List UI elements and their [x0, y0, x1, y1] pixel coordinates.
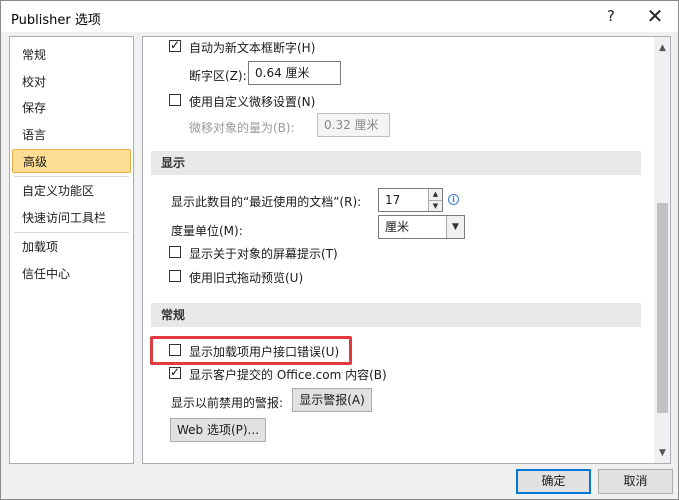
spin-up-button[interactable]: ▲ — [428, 189, 442, 200]
screentips-label: 显示关于对象的屏幕提示(T) — [189, 247, 338, 261]
web-options-button[interactable]: Web 选项(P)... — [170, 418, 266, 442]
legacy-drag-label: 使用旧式拖动预览(U) — [189, 271, 304, 285]
sidebar-divider — [14, 176, 129, 177]
ok-button[interactable]: 确定 — [516, 469, 591, 494]
hyphen-zone-label: 断字区(Z): — [189, 69, 247, 83]
sidebar-item-general[interactable]: 常规 — [12, 43, 131, 67]
units-label: 度量单位(M): — [171, 224, 243, 238]
sidebar-divider — [14, 232, 129, 233]
title-bar: Publisher 选项 ? ✕ — [1, 1, 678, 32]
office-content-label: 显示客户提交的 Office.com 内容(B) — [189, 368, 387, 382]
help-button[interactable]: ? — [597, 5, 625, 27]
sidebar-item-proofing[interactable]: 校对 — [12, 70, 131, 94]
sidebar-item-trust-center[interactable]: 信任中心 — [12, 262, 131, 286]
info-icon: i — [448, 194, 459, 205]
auto-hyphenate-label: 自动为新文本框断字(H) — [189, 41, 316, 55]
sidebar-item-add-ins[interactable]: 加载项 — [12, 235, 131, 259]
recent-docs-input[interactable]: 17 ▲ ▼ — [378, 188, 443, 212]
sidebar-item-quick-access-toolbar[interactable]: 快速访问工具栏 — [12, 206, 131, 230]
sidebar-item-save[interactable]: 保存 — [12, 96, 131, 120]
settings-panel: 自动为新文本框断字(H) 断字区(Z): 0.64 厘米 使用自定义微移设置(N… — [142, 36, 671, 464]
units-select[interactable]: 厘米 ▼ — [378, 215, 465, 239]
sidebar-item-language[interactable]: 语言 — [12, 123, 131, 147]
vertical-scrollbar[interactable]: ▲ ▼ — [654, 37, 670, 463]
disabled-alerts-label: 显示以前禁用的警报: — [171, 396, 284, 410]
custom-nudge-label: 使用自定义微移设置(N) — [189, 95, 316, 109]
custom-nudge-checkbox[interactable] — [169, 94, 181, 106]
recent-docs-value: 17 — [385, 193, 401, 207]
recent-docs-label: 显示此数目的“最近使用的文档”(R): — [171, 195, 362, 209]
nudge-amount-input[interactable]: 0.32 厘米 — [317, 113, 390, 137]
close-button[interactable]: ✕ — [641, 5, 669, 27]
section-header-display: 显示 — [151, 151, 641, 175]
show-alerts-button[interactable]: 显示警报(A) — [292, 388, 372, 412]
spin-down-button[interactable]: ▼ — [428, 200, 442, 211]
window-title: Publisher 选项 — [11, 13, 101, 28]
cancel-button[interactable]: 取消 — [598, 469, 673, 494]
sidebar-item-customize-ribbon[interactable]: 自定义功能区 — [12, 179, 131, 203]
category-sidebar: 常规 校对 保存 语言 高级 自定义功能区 快速访问工具栏 加载项 信任中心 — [9, 36, 134, 464]
units-value: 厘米 — [385, 220, 410, 234]
legacy-drag-checkbox[interactable] — [169, 270, 181, 282]
scrollbar-thumb[interactable] — [657, 203, 668, 413]
nudge-amount-label: 微移对象的量为(B): — [189, 121, 295, 135]
office-content-checkbox[interactable] — [169, 365, 181, 379]
highlight-box — [150, 336, 352, 365]
screentips-checkbox[interactable] — [169, 246, 181, 258]
auto-hyphenate-checkbox[interactable] — [169, 38, 181, 52]
section-header-general: 常规 — [151, 303, 641, 327]
scroll-down-icon[interactable]: ▼ — [654, 445, 670, 462]
options-dialog: Publisher 选项 ? ✕ 常规 校对 保存 语言 高级 自定义功能区 快… — [0, 0, 679, 500]
scroll-up-icon[interactable]: ▲ — [654, 40, 670, 57]
hyphen-zone-input[interactable]: 0.64 厘米 — [248, 61, 341, 85]
chevron-down-icon[interactable]: ▼ — [446, 216, 464, 238]
sidebar-item-advanced[interactable]: 高级 — [12, 149, 131, 173]
